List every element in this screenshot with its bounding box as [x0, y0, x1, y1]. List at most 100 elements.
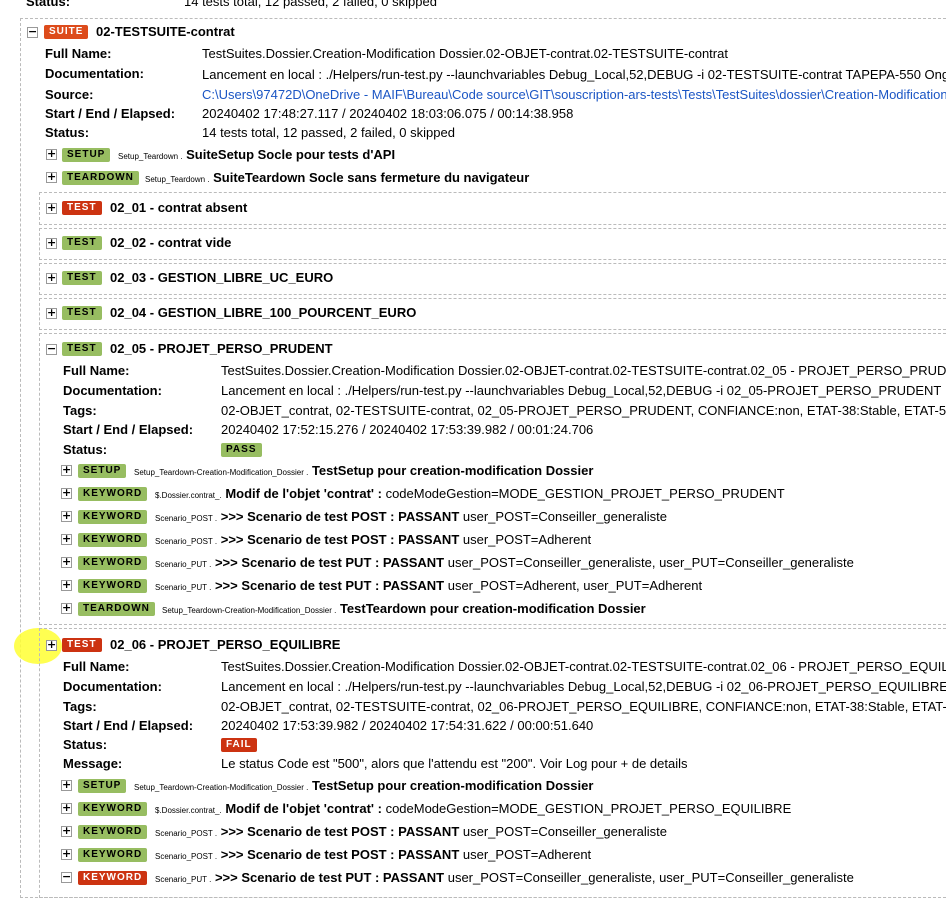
kw-0205-0-expand-icon[interactable]: + — [61, 464, 72, 476]
kw-name: TestTeardown pour creation-modification … — [339, 601, 646, 616]
kw-0205-4-row[interactable]: Scenario_PUT . >>> Scenario de test PUT … — [155, 555, 854, 573]
test-0201-name[interactable]: 02_01 - contrat absent — [110, 200, 247, 215]
test-0206-status-label: Status: — [63, 737, 108, 752]
kw-0205-1-badge: KEYWORD — [78, 487, 148, 501]
kw-0206-1-row[interactable]: $.Dossier.contrat_. Modif de l'objet 'co… — [155, 801, 791, 819]
test-0202-name[interactable]: 02_02 - contrat vide — [110, 235, 231, 250]
kw-0205-4-expand-icon[interactable]: + — [61, 556, 72, 568]
test-0205-tags: 02-OBJET_contrat, 02-TESTSUITE-contrat, … — [221, 403, 946, 418]
test-0206-expand-icon[interactable]: + — [46, 639, 57, 651]
suite-source-link[interactable]: C:\Users\97472D\OneDrive - MAIF\Bureau\C… — [202, 87, 946, 102]
kw-prefix: Setup_Teardown-Creation-Modification_Dos… — [162, 606, 337, 615]
kw-0205-3-badge: KEYWORD — [78, 533, 148, 547]
kw-0206-4-row[interactable]: Scenario_PUT . >>> Scenario de test PUT … — [155, 870, 854, 888]
kw-name: >>> Scenario de test PUT : PASSANT — [214, 870, 445, 885]
kw-0205-1-row[interactable]: $.Dossier.contrat_. Modif de l'objet 'co… — [155, 486, 785, 504]
kw-0206-4-badge: KEYWORD — [78, 871, 148, 885]
kw-0205-0-badge: SETUP — [78, 464, 127, 478]
suite-collapse-icon[interactable]: − — [27, 26, 38, 38]
kw-0205-5-row[interactable]: Scenario_PUT . >>> Scenario de test PUT … — [155, 578, 702, 596]
kw-prefix: $.Dossier.contrat_. — [155, 806, 222, 815]
kw-name: >>> Scenario de test POST : PASSANT — [220, 532, 460, 547]
suite-setup-row[interactable]: Setup_Teardown . SuiteSetup Socle pour t… — [118, 147, 395, 162]
suite-fullname-label: Full Name: — [45, 46, 112, 61]
kw-0206-3-badge: KEYWORD — [78, 848, 148, 862]
test-0205-times-label: Start / End / Elapsed: — [63, 422, 194, 437]
test-0206-message: Le status Code est "500", alors que l'at… — [221, 756, 688, 771]
kw-0205-2-row[interactable]: Scenario_POST . >>> Scenario de test POS… — [155, 509, 667, 527]
kw-0205-1-expand-icon[interactable]: + — [61, 487, 72, 499]
suite-teardown-prefix: Setup_Teardown . — [145, 175, 210, 184]
kw-0206-2-expand-icon[interactable]: + — [61, 825, 72, 837]
kw-0206-1-expand-icon[interactable]: + — [61, 802, 72, 814]
suite-times-label: Start / End / Elapsed: — [45, 106, 176, 121]
kw-0205-3-expand-icon[interactable]: + — [61, 533, 72, 545]
kw-name: >>> Scenario de test POST : PASSANT — [220, 824, 460, 839]
kw-0206-3-expand-icon[interactable]: + — [61, 848, 72, 860]
test-0201-expand-icon[interactable]: + — [46, 202, 57, 214]
kw-prefix: Setup_Teardown-Creation-Modification_Dos… — [134, 783, 309, 792]
test-0205-fullname: TestSuites.Dossier.Creation-Modification… — [221, 363, 946, 378]
kw-0206-0-badge: SETUP — [78, 779, 127, 793]
test-0205-collapse-icon[interactable]: − — [46, 343, 57, 355]
kw-prefix: Setup_Teardown-Creation-Modification_Dos… — [134, 468, 309, 477]
kw-prefix: $.Dossier.contrat_. — [155, 491, 222, 500]
suite-times: 20240402 17:48:27.117 / 20240402 18:03:0… — [202, 106, 574, 121]
kw-name: TestSetup pour creation-modification Dos… — [311, 463, 594, 478]
kw-0205-4-badge: KEYWORD — [78, 556, 148, 570]
suite-setup-expand-icon[interactable]: + — [46, 148, 57, 160]
test-0205-name[interactable]: 02_05 - PROJET_PERSO_PRUDENT — [110, 341, 333, 356]
kw-0206-4-collapse-icon[interactable]: − — [61, 871, 72, 883]
suite-setup-prefix: Setup_Teardown . — [118, 152, 183, 161]
suite-source-label: Source: — [45, 87, 94, 102]
suite-name[interactable]: 02-TESTSUITE-contrat — [96, 24, 235, 39]
kw-args: user_POST=Adherent, user_PUT=Adherent — [447, 578, 703, 593]
kw-prefix: Scenario_PUT . — [155, 560, 212, 569]
test-0206-times-label: Start / End / Elapsed: — [63, 718, 194, 733]
kw-0205-5-expand-icon[interactable]: + — [61, 579, 72, 591]
test-0204-name[interactable]: 02_04 - GESTION_LIBRE_100_POURCENT_EURO — [110, 305, 416, 320]
kw-args: user_POST=Conseiller_generaliste — [462, 509, 668, 524]
test-0206-fullname-label: Full Name: — [63, 659, 130, 674]
test-0206-fullname: TestSuites.Dossier.Creation-Modification… — [221, 659, 946, 674]
test-0206-message-label: Message: — [63, 756, 123, 771]
kw-0206-3-row[interactable]: Scenario_POST . >>> Scenario de test POS… — [155, 847, 591, 865]
test-0203-badge: TEST — [62, 271, 102, 285]
test-0206-doc: Lancement en local : ./Helpers/run-test.… — [221, 679, 946, 694]
kw-0205-0-row[interactable]: Setup_Teardown-Creation-Modification_Dos… — [134, 463, 593, 481]
test-0205-doc: Lancement en local : ./Helpers/run-test.… — [221, 383, 942, 398]
test-0205-tags-label: Tags: — [63, 403, 97, 418]
kw-name: >>> Scenario de test PUT : PASSANT — [214, 555, 445, 570]
kw-0206-2-row[interactable]: Scenario_POST . >>> Scenario de test POS… — [155, 824, 667, 842]
kw-args: codeModeGestion=MODE_GESTION_PROJET_PERS… — [385, 801, 792, 816]
kw-prefix: Scenario_POST . — [155, 537, 218, 546]
kw-0205-5-badge: KEYWORD — [78, 579, 148, 593]
kw-0206-1-badge: KEYWORD — [78, 802, 148, 816]
kw-name: TestSetup pour creation-modification Dos… — [311, 778, 594, 793]
suite-teardown-row[interactable]: Setup_Teardown . SuiteTeardown Socle san… — [145, 170, 529, 185]
test-0206-tags: 02-OBJET_contrat, 02-TESTSUITE-contrat, … — [221, 699, 946, 714]
test-0206-name[interactable]: 02_06 - PROJET_PERSO_EQUILIBRE — [110, 637, 340, 652]
kw-prefix: Scenario_POST . — [155, 514, 218, 523]
kw-0206-0-expand-icon[interactable]: + — [61, 779, 72, 791]
suite-teardown-badge: TEARDOWN — [62, 171, 139, 185]
test-0201-badge: TEST — [62, 201, 102, 215]
kw-0205-6-row[interactable]: Setup_Teardown-Creation-Modification_Dos… — [162, 601, 646, 619]
kw-0205-6-expand-icon[interactable]: + — [61, 602, 72, 614]
test-0204-expand-icon[interactable]: + — [46, 307, 57, 319]
kw-0206-0-row[interactable]: Setup_Teardown-Creation-Modification_Dos… — [134, 778, 593, 796]
test-0203-expand-icon[interactable]: + — [46, 272, 57, 284]
kw-0205-2-expand-icon[interactable]: + — [61, 510, 72, 522]
test-0203-name[interactable]: 02_03 - GESTION_LIBRE_UC_EURO — [110, 270, 333, 285]
kw-0205-3-row[interactable]: Scenario_POST . >>> Scenario de test POS… — [155, 532, 591, 550]
test-0202-badge: TEST — [62, 236, 102, 250]
kw-name: Modif de l'objet 'contrat' : — [225, 801, 382, 816]
test-0206-doc-label: Documentation: — [63, 679, 162, 694]
test-0202-expand-icon[interactable]: + — [46, 237, 57, 249]
top-status-label: Status: — [26, 0, 71, 9]
suite-fullname: TestSuites.Dossier.Creation-Modification… — [202, 46, 728, 61]
suite-teardown-expand-icon[interactable]: + — [46, 171, 57, 183]
kw-args: user_POST=Conseiller_generaliste — [462, 824, 668, 839]
suite-status: 14 tests total, 12 passed, 2 failed, 0 s… — [202, 125, 455, 140]
kw-0205-6-badge: TEARDOWN — [78, 602, 155, 616]
